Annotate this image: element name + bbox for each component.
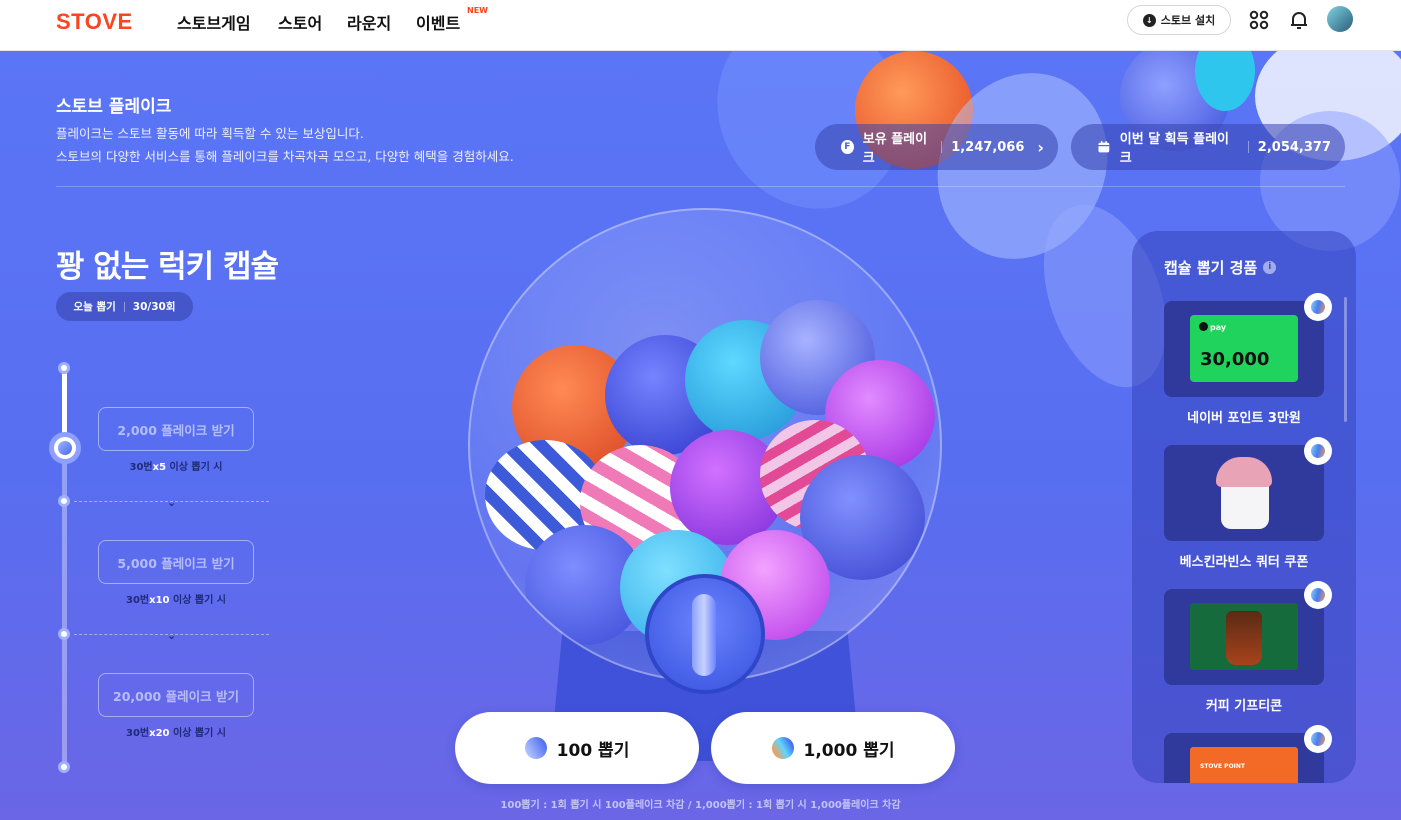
apps-icon[interactable] <box>1247 8 1271 32</box>
today-draw-value: 30/30회 <box>132 301 176 313</box>
prize-image: STOVE POINT <box>1164 725 1332 783</box>
stove-point-brand: STOVE POINT <box>1200 763 1246 770</box>
progress-start-dot <box>58 362 70 374</box>
owned-flake-pill[interactable]: F 보유 플레이크 1,247,066 › <box>815 124 1058 170</box>
capsule-icon <box>767 732 798 764</box>
owned-flake-value: 1,247,066 <box>951 139 1025 155</box>
nav-item-stove-game[interactable]: 스토브게임 <box>177 10 251 34</box>
milestone-condition: 30번x20 이상 뽑기 시 <box>126 728 226 739</box>
chevron-right-icon: › <box>1037 137 1044 157</box>
capsule-badge-icon <box>1304 293 1332 321</box>
prize-image: pay 30,000 <box>1164 293 1332 397</box>
progress-dot <box>58 495 70 507</box>
today-draw-label: 오늘 뽑기 <box>73 301 116 313</box>
download-icon: ↓ <box>1142 13 1156 27</box>
flake-hero: 스토브 플레이크 플레이크는 스토브 활동에 따라 획득할 수 있는 보상입니다… <box>0 51 1401 820</box>
prize-item-naver[interactable]: pay 30,000 네이버 포인트 3만원 <box>1164 293 1332 426</box>
prize-image <box>1164 437 1332 541</box>
draw-1000-button[interactable]: 1,000 뽑기 <box>711 712 955 784</box>
draw-1000-label: 1,000 뽑기 <box>803 740 895 761</box>
prize-item-coffee[interactable]: 커피 기프티콘 <box>1164 581 1332 714</box>
ice-cream-scoop-icon <box>1216 457 1272 487</box>
milestone-button-2000[interactable]: 2,000 플레이크 받기 <box>98 407 254 451</box>
capsule-badge-icon <box>1304 581 1332 609</box>
prize-item-baskin[interactable]: 베스킨라빈스 쿼터 쿠폰 <box>1164 437 1332 570</box>
machine-knob-handle <box>692 594 716 676</box>
prize-name: 베스킨라빈스 쿼터 쿠폰 <box>1179 555 1309 570</box>
nav-item-lounge[interactable]: 라운지 <box>347 10 391 34</box>
prize-name: 커피 기프티콘 <box>1205 699 1283 714</box>
monthly-flake-value: 2,054,377 <box>1257 139 1331 155</box>
section-desc-2: 스토브의 다양한 서비스를 통해 플레이크를 차곡차곡 모으고, 다양한 혜택을… <box>56 149 514 164</box>
capsule-badge-icon <box>1304 725 1332 753</box>
milestone-button-20000[interactable]: 20,000 플레이크 받기 <box>98 673 254 717</box>
capsule-title: 꽝 없는 럭키 캡슐 <box>56 249 279 285</box>
naver-pay-card: pay 30,000 <box>1190 315 1298 382</box>
prize-name: 네이버 포인트 3만원 <box>1187 411 1301 426</box>
new-badge: NEW <box>467 6 488 15</box>
monthly-flake-pill: 이번 달 획득 플레이크 2,054,377 <box>1071 124 1345 170</box>
owned-flake-label: 보유 플레이크 <box>862 132 928 166</box>
section-desc-1: 플레이크는 스토브 활동에 따라 획득할 수 있는 보상입니다. <box>56 126 364 141</box>
chevron-down-icon: ⌄ <box>167 629 177 642</box>
milestone-button-5000[interactable]: 5,000 플레이크 받기 <box>98 540 254 584</box>
nav-item-event[interactable]: 이벤트 <box>416 10 460 34</box>
draw-100-button[interactable]: 100 뽑기 <box>455 712 699 784</box>
top-nav: STOVE 스토브게임 스토어 라운지 이벤트 NEW ↓ 스토브 설치 <box>0 0 1401 51</box>
iced-coffee-icon <box>1226 611 1262 665</box>
stove-logo[interactable]: STOVE <box>56 9 133 35</box>
section-divider <box>56 186 1345 187</box>
prize-image <box>1164 581 1332 685</box>
prize-panel: 캡슐 뽑기 경품 i pay 30,000 네이버 포인트 3만원 베스킨라빈스… <box>1132 231 1356 783</box>
milestone-condition: 30번x5 이상 뽑기 시 <box>129 462 223 473</box>
bell-icon[interactable] <box>1287 8 1311 32</box>
today-draw-count: 오늘 뽑기 30/30회 <box>56 292 193 321</box>
install-label: 스토브 설치 <box>1160 14 1216 27</box>
progress-dot <box>58 628 70 640</box>
draw-cost-note: 100뽑기 : 1회 뽑기 시 100플레이크 차감 / 1,000뽑기 : 1… <box>500 800 901 811</box>
progress-dot <box>58 761 70 773</box>
nav-item-store[interactable]: 스토어 <box>278 10 322 34</box>
milestone-condition: 30번x10 이상 뽑기 시 <box>126 595 226 606</box>
naver-pay-amount: 30,000 <box>1200 349 1270 370</box>
info-icon[interactable]: i <box>1263 261 1277 274</box>
capsule-icon <box>520 732 551 764</box>
calendar-icon <box>1098 141 1110 153</box>
flake-coin-icon: F <box>841 140 854 154</box>
capsule-badge-icon <box>1304 437 1332 465</box>
prize-scrollbar[interactable] <box>1344 297 1347 422</box>
avatar[interactable] <box>1327 6 1353 32</box>
section-title: 스토브 플레이크 <box>56 97 172 117</box>
monthly-flake-label: 이번 달 획득 플레이크 <box>1119 132 1230 166</box>
prize-panel-title: 캡슐 뽑기 경품 i <box>1164 257 1277 278</box>
install-button[interactable]: ↓ 스토브 설치 <box>1127 5 1231 35</box>
naver-pay-logo: pay <box>1199 322 1226 332</box>
prize-item-stove-point[interactable]: STOVE POINT <box>1164 725 1332 783</box>
progress-current-marker <box>49 432 81 464</box>
chevron-down-icon: ⌄ <box>167 496 177 509</box>
draw-100-label: 100 뽑기 <box>556 740 630 761</box>
